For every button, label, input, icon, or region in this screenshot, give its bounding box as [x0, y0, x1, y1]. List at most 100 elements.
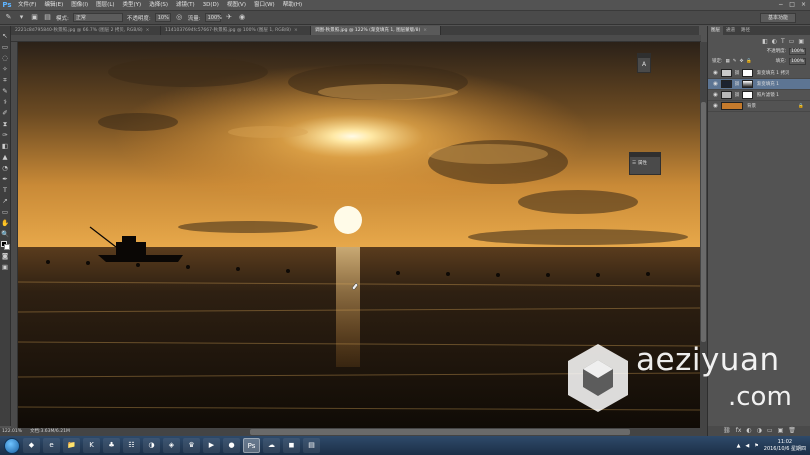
menu-layer[interactable]: 图层(L): [92, 0, 118, 11]
vertical-scroll-thumb[interactable]: [701, 102, 706, 342]
filter-adjust-icon[interactable]: ◐: [772, 38, 777, 46]
color-swatches[interactable]: [0, 241, 10, 250]
taskbar-app-14[interactable]: ◼: [283, 438, 300, 453]
brush-panel-icon[interactable]: ▤: [43, 13, 52, 22]
filter-pixel-icon[interactable]: ◧: [762, 38, 768, 46]
layer-row[interactable]: ◉ ⛓ 照片滤镜 1: [708, 90, 810, 101]
ruler-vertical[interactable]: [11, 42, 18, 428]
new-group-icon[interactable]: ▭: [767, 426, 773, 436]
properties-panel[interactable]: ☰ 属性: [629, 152, 661, 175]
crop-tool-icon[interactable]: ⌗: [1, 76, 10, 85]
layer-name[interactable]: 渐变填充 1 拷贝: [757, 70, 790, 76]
taskbar-explorer-icon[interactable]: 📁: [63, 438, 80, 453]
shape-tool-icon[interactable]: ▭: [1, 208, 10, 217]
taskbar-app-11[interactable]: ●: [223, 438, 240, 453]
zoom-tool-icon[interactable]: 🔍: [1, 230, 10, 239]
eraser-tool-icon[interactable]: ◧: [1, 142, 10, 151]
brush-tool-icon[interactable]: ✐: [1, 109, 10, 118]
zoom-level[interactable]: 122.01%: [2, 428, 22, 436]
taskbar-ie-icon[interactable]: e: [43, 438, 60, 453]
layer-name[interactable]: 背景: [747, 103, 756, 109]
layer-opacity-input[interactable]: 100%: [789, 47, 806, 55]
character-panel-button[interactable]: A: [637, 57, 651, 73]
add-mask-icon[interactable]: ◐: [746, 426, 751, 436]
path-select-tool-icon[interactable]: ↗: [1, 197, 10, 206]
delete-layer-icon[interactable]: 🗑: [788, 426, 796, 436]
background-color[interactable]: [3, 244, 10, 250]
menu-file[interactable]: 文件(F): [14, 0, 40, 11]
close-icon[interactable]: ×: [146, 26, 150, 35]
pen-tool-icon[interactable]: ✒: [1, 175, 10, 184]
maximize-icon[interactable]: □: [789, 1, 795, 8]
move-tool-icon[interactable]: ↖: [1, 32, 10, 41]
tab-document-active[interactable]: 调图-秋景照.jpg @ 122% (渐变填充 1, 图层蒙版/8) ×: [311, 26, 441, 35]
start-button[interactable]: [4, 437, 20, 454]
close-icon[interactable]: ×: [801, 1, 806, 8]
pressure-size-icon[interactable]: ◉: [238, 13, 247, 22]
filter-smart-icon[interactable]: ▣: [798, 38, 804, 46]
tray-flag-icon[interactable]: ⚑: [754, 443, 758, 449]
stamp-tool-icon[interactable]: ⧗: [1, 120, 10, 129]
chevron-down-icon[interactable]: ▾: [17, 13, 26, 22]
brush-preset-icon[interactable]: ▣: [30, 13, 39, 22]
type-tool-icon[interactable]: T: [1, 186, 10, 195]
taskbar-app-7[interactable]: ◑: [143, 438, 160, 453]
healing-tool-icon[interactable]: ⚕: [1, 98, 10, 107]
pressure-opacity-icon[interactable]: ◎: [175, 13, 184, 22]
tray-network-icon[interactable]: ▲: [737, 443, 741, 449]
close-icon[interactable]: ×: [294, 26, 298, 35]
layer-fill-input[interactable]: 100%: [789, 57, 806, 65]
dodge-tool-icon[interactable]: ◔: [1, 164, 10, 173]
workspace-select[interactable]: 基本功能: [760, 13, 796, 23]
marquee-tool-icon[interactable]: ▭: [1, 43, 10, 52]
screen-mode-icon[interactable]: ▣: [1, 263, 10, 272]
menu-window[interactable]: 窗口(W): [250, 0, 279, 11]
taskbar-app-9[interactable]: ♛: [183, 438, 200, 453]
taskbar-app-15[interactable]: ▤: [303, 438, 320, 453]
tab-document-1[interactable]: 2221c8d795840-秋景照.jpg @ 66.7% (图层 2 拷贝, …: [11, 26, 161, 35]
flow-input[interactable]: 100%: [204, 13, 222, 22]
opacity-input[interactable]: 10%: [154, 13, 171, 22]
menu-filter[interactable]: 滤镜(T): [172, 0, 199, 11]
menu-type[interactable]: 类型(Y): [119, 0, 146, 11]
eye-icon[interactable]: ◉: [712, 81, 719, 87]
layer-style-icon[interactable]: fx: [736, 426, 742, 436]
ruler-horizontal[interactable]: [11, 35, 701, 42]
adjustment-layer-icon[interactable]: ◑: [757, 426, 762, 436]
taskbar-app-13[interactable]: ☁: [263, 438, 280, 453]
brush-tool-icon[interactable]: ✎: [4, 13, 13, 22]
tab-document-2[interactable]: 1141037694fc57667-秋景照.jpg @ 100% (图层 1, …: [161, 26, 311, 35]
layer-name[interactable]: 渐变填充 1: [757, 81, 779, 87]
airbrush-icon[interactable]: ✈: [225, 13, 234, 22]
hand-tool-icon[interactable]: ✋: [1, 219, 10, 228]
filter-type-icon[interactable]: T: [781, 38, 785, 46]
taskbar-media-icon[interactable]: ▶: [203, 438, 220, 453]
document-size[interactable]: 文档:3.63M/6.21M: [30, 428, 70, 436]
quick-select-tool-icon[interactable]: ✧: [1, 65, 10, 74]
tab-layers[interactable]: 图层: [708, 26, 723, 35]
lasso-tool-icon[interactable]: ◌: [1, 54, 10, 63]
menu-image[interactable]: 图像(I): [67, 0, 92, 11]
lock-all-icon[interactable]: 🔒: [746, 59, 752, 64]
lock-paint-icon[interactable]: ✎: [733, 59, 737, 64]
menu-help[interactable]: 帮助(H): [279, 0, 306, 11]
new-layer-icon[interactable]: ▣: [778, 426, 784, 436]
eye-icon[interactable]: ◉: [712, 70, 719, 76]
layer-row[interactable]: ◉ 背景 🔒: [708, 101, 810, 112]
history-brush-tool-icon[interactable]: ✑: [1, 131, 10, 140]
link-layers-icon[interactable]: ⛓: [723, 426, 731, 436]
taskbar-app-8[interactable]: ◈: [163, 438, 180, 453]
horizontal-scroll-thumb[interactable]: [250, 429, 630, 435]
layer-row[interactable]: ◉ ⛓ 渐变填充 1 拷贝: [708, 68, 810, 79]
lock-pixels-icon[interactable]: ▦: [726, 59, 730, 64]
gradient-tool-icon[interactable]: ▲: [1, 153, 10, 162]
eye-icon[interactable]: ◉: [712, 92, 719, 98]
eyedropper-tool-icon[interactable]: ✎: [1, 87, 10, 96]
lock-move-icon[interactable]: ✥: [740, 59, 744, 64]
filter-shape-icon[interactable]: ▭: [789, 38, 795, 46]
menu-view[interactable]: 视图(V): [223, 0, 250, 11]
close-icon[interactable]: ×: [423, 26, 427, 35]
taskbar-app-k-icon[interactable]: K: [83, 438, 100, 453]
taskbar-app-1[interactable]: ◆: [23, 438, 40, 453]
tab-channels[interactable]: 通道: [723, 26, 738, 35]
